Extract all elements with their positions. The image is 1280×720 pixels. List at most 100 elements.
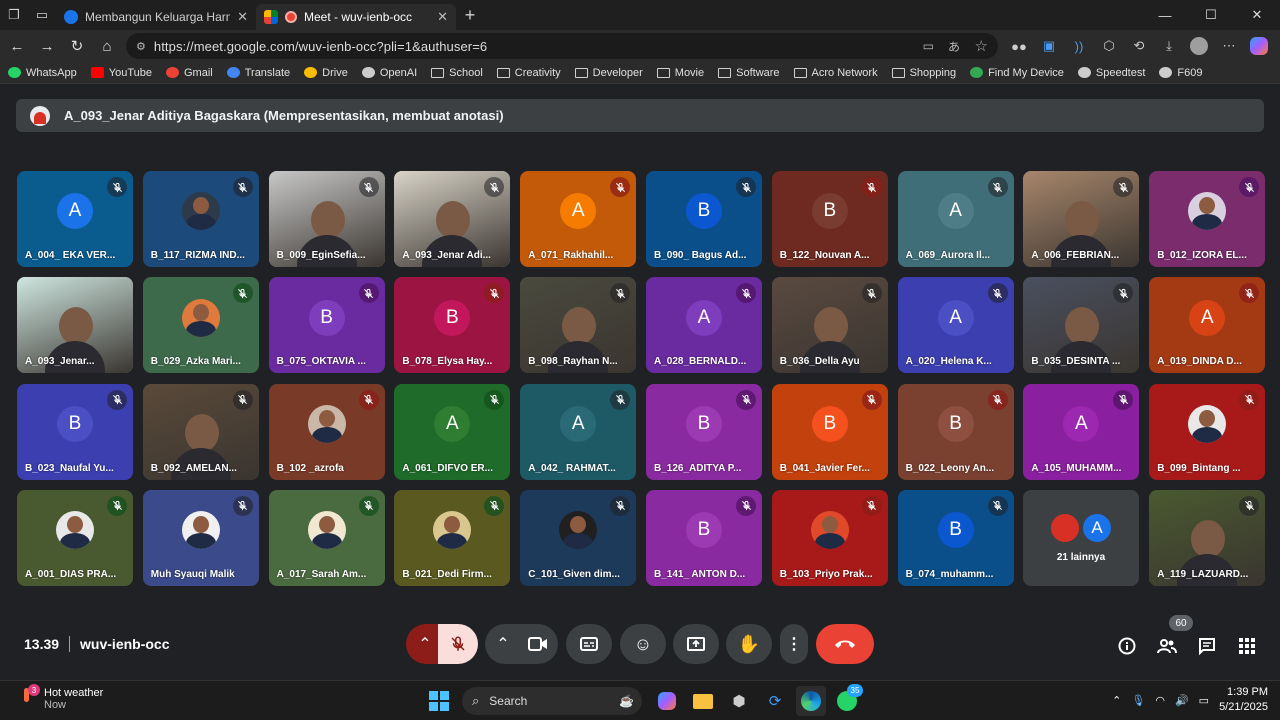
activities-button[interactable] <box>1235 634 1259 658</box>
battery-icon[interactable]: ▭ <box>1199 694 1209 707</box>
favorite-star-icon[interactable]: ☆ <box>975 37 988 55</box>
participant-tile[interactable]: Muh Syauqi Malik <box>142 489 259 586</box>
participant-tile[interactable]: A_093_Jenar Adi... <box>394 171 511 267</box>
participant-tile[interactable]: B_021_Dedi Firm... <box>394 489 511 586</box>
participant-tile[interactable]: A A_028_BERNALD... <box>646 277 762 374</box>
home-icon[interactable]: ⌂ <box>92 31 122 61</box>
participant-tile[interactable]: A_001_DIAS PRA... <box>17 489 133 586</box>
participant-tile[interactable]: B B_074_muhamm... <box>897 489 1014 586</box>
more-menu-icon[interactable]: ⋯ <box>1216 33 1242 59</box>
edge-browser-icon[interactable] <box>796 686 826 716</box>
whatsapp-app-icon[interactable]: 35 <box>832 684 863 716</box>
bookmark-item[interactable]: School <box>431 67 483 79</box>
camera-icon[interactable]: ▭ <box>923 39 934 53</box>
weather-widget[interactable]: 3 Hot weather Now <box>18 684 103 711</box>
participant-tile[interactable]: A A_105_MUHAMM... <box>1023 383 1140 480</box>
participant-tile[interactable]: B B_022_Leony An... <box>897 383 1014 480</box>
profile-avatar[interactable] <box>1186 33 1212 59</box>
participant-tile[interactable]: B_102 _azrofa <box>268 383 385 480</box>
reactions-button[interactable]: ☺ <box>620 624 666 664</box>
participant-tile[interactable]: B B_090_ Bagus Ad... <box>646 171 762 267</box>
bookmark-item[interactable]: Movie <box>656 67 704 79</box>
participant-tile[interactable]: B B_078_Elysa Hay... <box>394 277 511 374</box>
close-tab-icon[interactable]: ✕ <box>237 9 248 25</box>
forward-icon[interactable]: → <box>32 31 62 61</box>
copilot-icon[interactable] <box>1246 33 1272 59</box>
close-window-icon[interactable]: ✕ <box>1234 0 1280 30</box>
participant-tile[interactable]: A A_004_ EKA VER... <box>17 171 133 267</box>
site-info-icon[interactable]: ⚙ <box>136 40 146 53</box>
url-field[interactable]: ⚙ https://meet.google.com/wuv-ienb-occ?p… <box>126 33 998 59</box>
bookmark-item[interactable]: WhatsApp <box>8 67 77 79</box>
reload-icon[interactable]: ↻ <box>62 31 92 61</box>
tab-actions-icon[interactable]: ▭ <box>28 1 56 29</box>
bookmark-item[interactable]: Gmail <box>165 67 213 79</box>
new-tab-button[interactable]: + <box>456 1 484 29</box>
bookmark-item[interactable]: Shopping <box>891 67 956 79</box>
participant-tile[interactable]: B_103_Priyo Prak... <box>771 489 888 586</box>
participant-tile[interactable]: A_119_LAZUARD... <box>1149 489 1266 586</box>
wifi-icon[interactable]: ◠ <box>1155 694 1165 707</box>
copilot-app-icon[interactable] <box>652 686 682 716</box>
participant-tile[interactable]: A A_071_Rakhahil... <box>520 171 637 267</box>
participant-tile[interactable]: B_012_IZORA EL... <box>1149 171 1266 267</box>
captions-button[interactable] <box>566 624 612 664</box>
start-button[interactable] <box>424 686 454 716</box>
close-tab-icon[interactable]: ✕ <box>437 9 448 25</box>
microphone-icon[interactable]: 🎙 <box>1131 694 1145 707</box>
participant-tile[interactable]: A A_042_ RAHMAT... <box>520 383 637 480</box>
participant-tile[interactable]: A A_069_Aurora Il... <box>897 171 1014 267</box>
volume-icon[interactable]: 🔊 <box>1175 694 1189 707</box>
bookmark-item[interactable]: Translate <box>226 67 290 79</box>
video-options-button[interactable]: ⌃ <box>485 624 521 664</box>
participant-tile[interactable]: B_099_Bintang ... <box>1149 383 1266 480</box>
sync-app-icon[interactable]: ⟳ <box>760 686 790 716</box>
participant-tile[interactable]: B_009_EginSefia... <box>268 171 385 267</box>
bookmark-item[interactable]: Developer <box>574 67 643 79</box>
chevron-up-icon[interactable]: ⌃ <box>1112 694 1121 707</box>
raise-hand-button[interactable]: ✋ <box>726 624 772 664</box>
participant-tile[interactable]: B_036_Della Ayu <box>771 277 888 374</box>
downloads-icon[interactable]: ⤓ <box>1156 33 1182 59</box>
translate-page-icon[interactable]: あ <box>948 38 960 55</box>
participant-tile[interactable]: B_117_RIZMA IND... <box>142 171 259 267</box>
taskbar-search[interactable]: ⌕ Search ☕ <box>462 687 642 715</box>
microphone-button[interactable] <box>438 624 478 664</box>
participant-tile[interactable]: B B_023_Naufal Yu... <box>17 383 133 480</box>
participant-tile[interactable]: A A_020_Helena K... <box>897 277 1014 374</box>
bookmark-item[interactable]: OpenAI <box>361 67 417 79</box>
participant-tile[interactable]: A_017_Sarah Am... <box>268 489 385 586</box>
bookmark-item[interactable]: Find My Device <box>970 67 1064 79</box>
clock[interactable]: 1:39 PM 5/21/2025 <box>1219 685 1268 715</box>
extension-translate-icon[interactable]: ▣ <box>1036 33 1062 59</box>
more-participants-tile[interactable]: A 21 lainnya <box>1023 490 1139 586</box>
bookmark-item[interactable]: Software <box>718 67 780 79</box>
extension-audio-icon[interactable]: )) <box>1066 33 1092 59</box>
history-icon[interactable]: ⟲ <box>1126 33 1152 59</box>
bookmark-item[interactable]: YouTube <box>90 67 152 79</box>
participant-tile[interactable]: B B_126_ADITYA P... <box>646 383 762 480</box>
participant-tile[interactable]: B_029_Azka Mari... <box>142 277 259 374</box>
participant-tile[interactable]: B_035_DESINTA ... <box>1023 277 1140 374</box>
workspaces-icon[interactable]: ❐ <box>0 1 28 29</box>
camera-button[interactable] <box>518 624 558 664</box>
back-icon[interactable]: ← <box>2 31 32 61</box>
participant-tile[interactable]: A_093_Jenar... <box>17 277 133 374</box>
bookmark-item[interactable]: Creativity <box>496 67 561 79</box>
bookmark-item[interactable]: Drive <box>304 67 348 79</box>
participant-tile[interactable]: B B_141_ ANTON D... <box>646 489 762 586</box>
bookmark-item[interactable]: Speedtest <box>1077 67 1145 79</box>
participant-tile[interactable]: B B_122_Nouvan A... <box>771 171 888 267</box>
extensions-icon[interactable]: ⬡ <box>1096 33 1122 59</box>
extension-glasses-icon[interactable]: ●● <box>1006 33 1032 59</box>
participant-tile[interactable]: B_092_AMELAN... <box>142 383 259 480</box>
bookmark-item[interactable]: Acro Network <box>793 67 878 79</box>
tab-meet[interactable]: Meet - wuv-ienb-occ ✕ <box>256 4 456 30</box>
leave-call-button[interactable] <box>816 624 874 664</box>
maximize-icon[interactable]: ☐ <box>1188 0 1234 30</box>
tab-membangun[interactable]: Membangun Keluarga Harmonis M ✕ <box>56 4 256 30</box>
chat-button[interactable] <box>1195 634 1219 658</box>
minimize-icon[interactable]: — <box>1142 0 1188 30</box>
people-button[interactable] <box>1155 634 1179 658</box>
file-explorer-icon[interactable] <box>688 686 718 716</box>
